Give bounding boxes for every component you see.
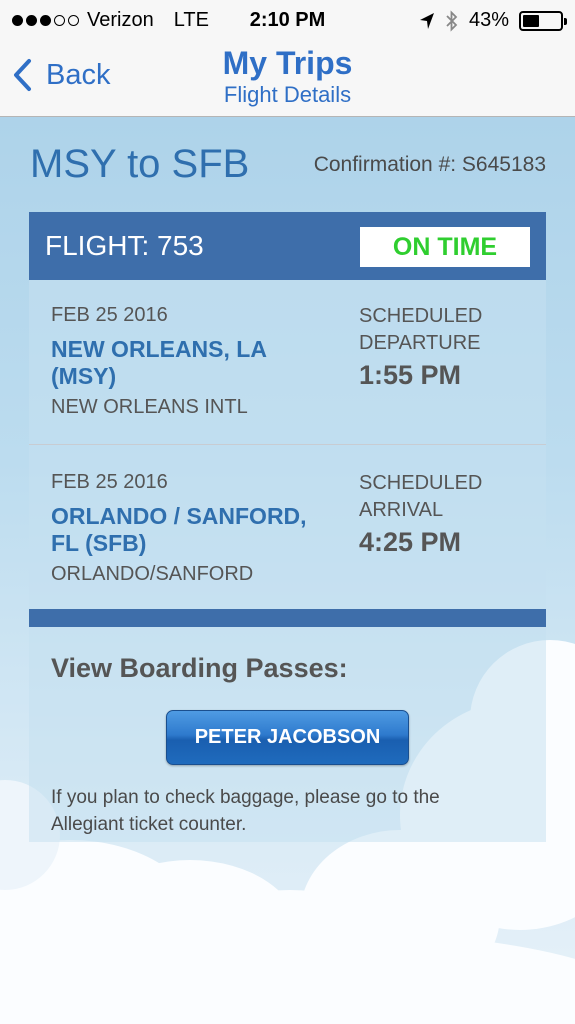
departure-schedule-label: SCHEDULED DEPARTURE <box>359 303 529 357</box>
baggage-note-line1: If you plan to check baggage, please go … <box>51 787 440 808</box>
bluetooth-icon <box>446 9 458 32</box>
route-title: MSY to SFB <box>30 142 250 186</box>
schedule-label-line2: ARRIVAL <box>359 499 444 521</box>
departure-airport: NEW ORLEANS INTL <box>51 396 248 418</box>
battery-percent: 43% <box>468 9 509 31</box>
arrival-time: 4:25 PM <box>359 527 462 557</box>
baggage-note: If you plan to check baggage, please go … <box>51 784 521 838</box>
status-bar: Verizon LTE 2:10 PM 43% <box>0 0 575 40</box>
schedule-label-line1: SCHEDULED <box>359 472 483 494</box>
arrival-city: ORLANDO / SANFORD, FL (SFB) <box>51 503 341 557</box>
flight-number: FLIGHT: 753 <box>45 230 204 261</box>
boarding-heading: View Boarding Passes: <box>51 653 348 683</box>
passenger-boarding-pass-button[interactable]: PETER JACOBSON <box>166 710 409 765</box>
departure-city-line2: (MSY) <box>51 363 117 389</box>
departure-segment: FEB 25 2016 NEW ORLEANS, LA (MSY) NEW OR… <box>29 280 546 445</box>
panel-divider <box>29 609 546 627</box>
flight-header: FLIGHT: 753 ON TIME <box>29 212 546 280</box>
navigation-bar: Back My Trips Flight Details <box>0 40 575 117</box>
departure-date: FEB 25 2016 <box>51 304 168 326</box>
departure-city: NEW ORLEANS, LA (MSY) <box>51 336 341 390</box>
arrival-schedule-label: SCHEDULED ARRIVAL <box>359 470 529 524</box>
flight-panel: FLIGHT: 753 ON TIME FEB 25 2016 NEW ORLE… <box>29 212 546 842</box>
departure-city-line1: NEW ORLEANS, LA <box>51 336 267 362</box>
arrival-date: FEB 25 2016 <box>51 471 168 493</box>
arrival-city-line2: FL (SFB) <box>51 530 147 556</box>
location-arrow-icon <box>419 12 434 29</box>
departure-time: 1:55 PM <box>359 360 462 390</box>
boarding-pass-section: View Boarding Passes: PETER JACOBSON If … <box>29 627 546 842</box>
battery-icon <box>519 10 567 31</box>
arrival-segment: FEB 25 2016 ORLANDO / SANFORD, FL (SFB) … <box>29 445 546 609</box>
page-title: My Trips <box>222 45 353 81</box>
schedule-label-line1: SCHEDULED <box>359 305 483 327</box>
schedule-label-line2: DEPARTURE <box>359 332 481 354</box>
confirmation-number: Confirmation #: S645183 <box>313 153 546 176</box>
arrival-airport: ORLANDO/SANFORD <box>51 563 254 585</box>
arrival-city-line1: ORLANDO / SANFORD, <box>51 503 307 529</box>
page-subtitle: Flight Details <box>223 82 352 107</box>
baggage-note-line2: Allegiant ticket counter. <box>51 814 247 835</box>
status-badge: ON TIME <box>360 227 530 267</box>
